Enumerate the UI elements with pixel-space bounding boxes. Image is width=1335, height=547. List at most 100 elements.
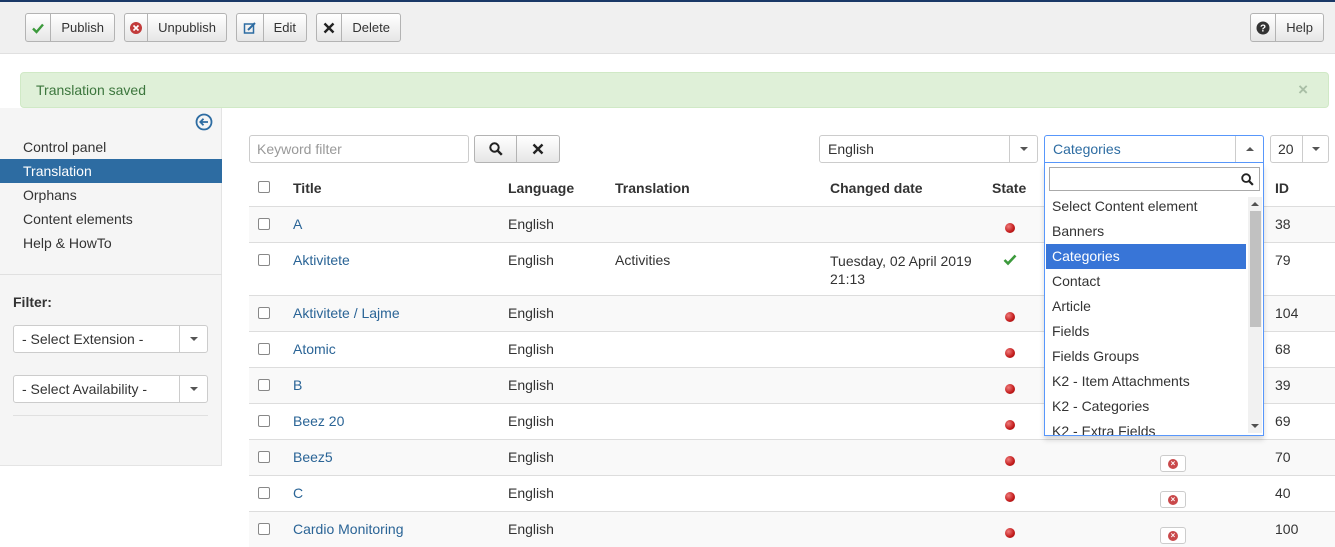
row-title-link[interactable]: Aktivitete bbox=[293, 252, 350, 268]
delete-translation-button[interactable]: × bbox=[1160, 455, 1186, 472]
select-extension-dropdown[interactable]: - Select Extension - bbox=[13, 325, 208, 353]
sidebar-item-orphans[interactable]: Orphans bbox=[0, 183, 222, 207]
edit-label: Edit bbox=[273, 20, 296, 35]
svg-text:?: ? bbox=[1260, 23, 1266, 34]
row-title-link[interactable]: Atomic bbox=[293, 341, 336, 357]
column-header-changed-date[interactable]: Changed date bbox=[830, 170, 992, 207]
list-limit-value: 20 bbox=[1278, 141, 1294, 157]
row-translation bbox=[615, 438, 830, 475]
table-row: C English × 40 bbox=[249, 474, 1335, 511]
remove-circle-icon bbox=[125, 14, 149, 41]
dropdown-search-input[interactable] bbox=[1049, 167, 1260, 191]
row-title-link[interactable]: B bbox=[293, 377, 302, 393]
alert-close-button[interactable]: × bbox=[1298, 80, 1308, 100]
unpublished-status-icon[interactable] bbox=[1005, 311, 1015, 322]
dropdown-option[interactable]: Categories bbox=[1046, 244, 1246, 269]
row-checkbox[interactable] bbox=[258, 522, 270, 535]
dropdown-scrollbar[interactable] bbox=[1248, 197, 1262, 433]
help-button[interactable]: ? Help bbox=[1250, 13, 1324, 42]
search-icon bbox=[488, 142, 503, 156]
delete-label: Delete bbox=[352, 20, 390, 35]
unpublished-status-icon[interactable] bbox=[1005, 383, 1015, 394]
unpublished-status-icon[interactable] bbox=[1005, 419, 1015, 430]
edit-button[interactable]: Edit bbox=[236, 13, 307, 42]
row-select-cell bbox=[249, 330, 293, 367]
row-title-link[interactable]: Beez 20 bbox=[293, 413, 344, 429]
sidebar-divider bbox=[0, 274, 222, 275]
table-row: Beez5 English × 70 bbox=[249, 438, 1335, 475]
dropdown-option[interactable]: K2 - Extra Fields bbox=[1046, 419, 1246, 435]
title-cell: Aktivitete / Lajme bbox=[293, 294, 508, 331]
unpublish-button[interactable]: Unpublish bbox=[124, 13, 227, 42]
unpublished-status-icon[interactable] bbox=[1005, 347, 1015, 358]
row-checkbox[interactable] bbox=[258, 253, 270, 266]
sidebar-item-control-panel[interactable]: Control panel bbox=[0, 135, 222, 159]
published-check-icon[interactable] bbox=[1003, 254, 1017, 266]
row-checkbox[interactable] bbox=[258, 306, 270, 319]
keyword-filter-input[interactable] bbox=[249, 135, 469, 163]
column-header-title[interactable]: Title bbox=[293, 170, 508, 207]
sidebar-item-content-elements[interactable]: Content elements bbox=[0, 207, 222, 231]
unpublished-status-icon[interactable] bbox=[1005, 527, 1015, 538]
language-select[interactable]: English bbox=[819, 135, 1038, 163]
column-header-id[interactable]: ID bbox=[1275, 170, 1335, 207]
row-checkbox[interactable] bbox=[258, 342, 270, 355]
unpublish-label: Unpublish bbox=[158, 20, 216, 35]
column-header-language[interactable]: Language bbox=[508, 170, 615, 207]
scroll-up-icon[interactable] bbox=[1251, 202, 1259, 206]
state-cell: × bbox=[992, 438, 1275, 475]
row-translation bbox=[615, 330, 830, 367]
unpublished-status-icon[interactable] bbox=[1005, 491, 1015, 502]
select-all-checkbox[interactable] bbox=[258, 180, 270, 193]
row-id: 40 bbox=[1275, 474, 1335, 511]
dropdown-option[interactable]: Fields Groups bbox=[1046, 344, 1246, 369]
row-changed-time: 21:13 bbox=[830, 270, 866, 287]
row-select-cell bbox=[249, 438, 293, 475]
dropdown-option[interactable]: K2 - Categories bbox=[1046, 394, 1246, 419]
row-id: 68 bbox=[1275, 330, 1335, 367]
scrollbar-thumb[interactable] bbox=[1250, 211, 1261, 327]
dropdown-option[interactable]: Select Content element bbox=[1046, 194, 1246, 219]
row-title-link[interactable]: Beez5 bbox=[293, 449, 333, 465]
content-element-select[interactable]: Categories bbox=[1044, 135, 1264, 163]
row-title-link[interactable]: C bbox=[293, 485, 303, 501]
clear-search-button[interactable] bbox=[516, 135, 560, 163]
row-title-link[interactable]: A bbox=[293, 216, 302, 232]
search-button[interactable] bbox=[474, 135, 517, 163]
list-limit-select[interactable]: 20 bbox=[1270, 135, 1329, 163]
dropdown-option[interactable]: Banners bbox=[1046, 219, 1246, 244]
delete-translation-button[interactable]: × bbox=[1160, 491, 1186, 508]
delete-translation-button[interactable]: × bbox=[1160, 527, 1186, 544]
chevron-down-icon bbox=[1302, 136, 1328, 162]
collapse-sidebar-icon[interactable] bbox=[195, 113, 213, 131]
sidebar-item-translation[interactable]: Translation bbox=[0, 159, 222, 183]
changed-date-cell bbox=[830, 474, 992, 511]
row-title-link[interactable]: Aktivitete / Lajme bbox=[293, 305, 400, 321]
scroll-down-icon[interactable] bbox=[1251, 424, 1259, 428]
row-checkbox[interactable] bbox=[258, 217, 270, 230]
select-availability-dropdown[interactable]: - Select Availability - bbox=[13, 375, 208, 403]
column-header-translation[interactable]: Translation bbox=[615, 170, 830, 207]
chevron-up-icon bbox=[1235, 136, 1263, 162]
row-checkbox[interactable] bbox=[258, 414, 270, 427]
publish-button[interactable]: Publish bbox=[25, 13, 115, 42]
delete-button[interactable]: Delete bbox=[316, 13, 401, 42]
unpublished-status-icon[interactable] bbox=[1005, 455, 1015, 466]
row-checkbox[interactable] bbox=[258, 450, 270, 463]
dropdown-option[interactable]: Article bbox=[1046, 294, 1246, 319]
row-id: 100 bbox=[1275, 510, 1335, 547]
row-checkbox[interactable] bbox=[258, 486, 270, 499]
sidebar: Control panel Translation Orphans Conten… bbox=[0, 108, 222, 466]
dropdown-option[interactable]: Contact bbox=[1046, 269, 1246, 294]
content-element-dropdown: Select Content element Banners Categories C… bbox=[1044, 163, 1264, 436]
row-checkbox[interactable] bbox=[258, 378, 270, 391]
dropdown-option[interactable]: Fields bbox=[1046, 319, 1246, 344]
row-language: English bbox=[508, 241, 615, 295]
changed-date-cell bbox=[830, 294, 992, 331]
dropdown-option[interactable]: K2 - Item Attachments bbox=[1046, 369, 1246, 394]
row-translation: Activities bbox=[615, 241, 830, 295]
sidebar-item-help-howto[interactable]: Help & HowTo bbox=[0, 231, 222, 255]
row-title-link[interactable]: Cardio Monitoring bbox=[293, 521, 404, 537]
unpublished-status-icon[interactable] bbox=[1005, 222, 1015, 233]
changed-date-cell bbox=[830, 438, 992, 475]
